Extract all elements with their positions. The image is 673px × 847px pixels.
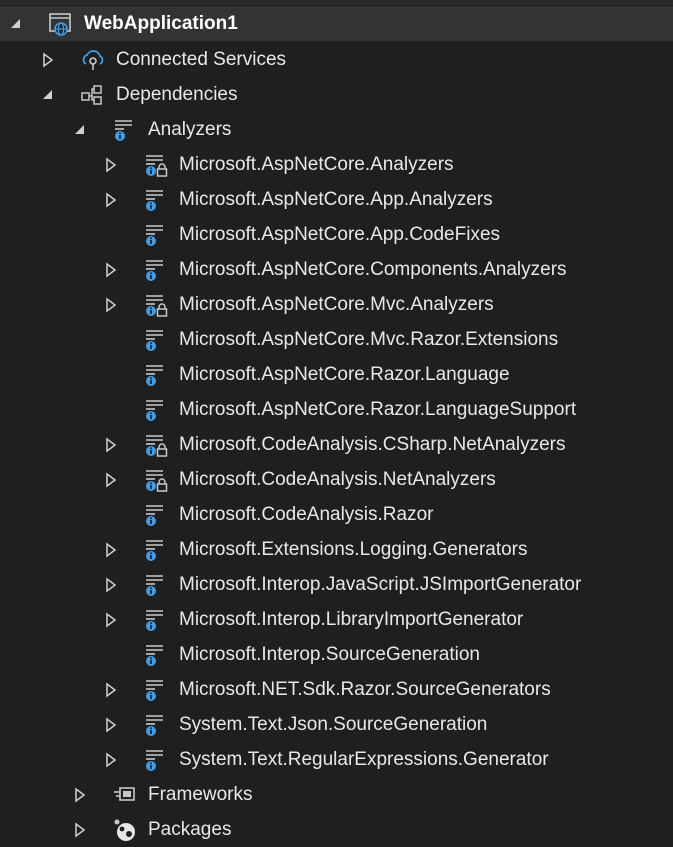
chevron-collapsed-icon[interactable] [104,576,118,594]
analyzer-item[interactable]: Microsoft.AspNetCore.Razor.Language [0,357,673,392]
analyzer-item[interactable]: System.Text.Json.SourceGeneration [0,707,673,742]
tree-item-connected-services[interactable]: Connected Services [0,42,673,77]
cloud-connect-icon [80,47,106,73]
analyzer-item[interactable]: Microsoft.Interop.JavaScript.JSImportGen… [0,567,673,602]
analyzer-item[interactable]: Microsoft.AspNetCore.Mvc.Razor.Extension… [0,322,673,357]
analyzer-icon [143,222,169,248]
chevron-collapsed-icon[interactable] [104,716,118,734]
analyzer-item-label: Microsoft.AspNetCore.Analyzers [179,154,454,175]
chevron-collapsed-icon[interactable] [104,751,118,769]
analyzer-item-label: Microsoft.AspNetCore.App.Analyzers [179,189,493,210]
analyzer-item-label: Microsoft.AspNetCore.Razor.Language [179,364,510,385]
chevron-expanded-icon[interactable] [41,86,55,104]
analyzer-item-label: Microsoft.AspNetCore.Mvc.Razor.Extension… [179,329,559,350]
project-label: WebApplication1 [84,13,238,34]
analyzer-icon [143,537,169,563]
frameworks-label: Frameworks [148,784,253,805]
analyzer-item[interactable]: Microsoft.Interop.LibraryImportGenerator [0,602,673,637]
chevron-collapsed-icon[interactable] [104,681,118,699]
analyzer-item[interactable]: Microsoft.Interop.SourceGeneration [0,637,673,672]
analyzer-icon [143,502,169,528]
analyzer-item-label: Microsoft.AspNetCore.Components.Analyzer… [179,259,567,280]
dependencies-label: Dependencies [116,84,238,105]
analyzer-item-label: Microsoft.CodeAnalysis.Razor [179,504,434,525]
analyzer-item[interactable]: Microsoft.Extensions.Logging.Generators [0,532,673,567]
chevron-collapsed-icon[interactable] [104,611,118,629]
chevron-collapsed-icon[interactable] [104,191,118,209]
analyzer-icon [143,712,169,738]
analyzer-icon [143,607,169,633]
tree-item-dependencies[interactable]: Dependencies [0,77,673,112]
analyzer-item[interactable]: Microsoft.AspNetCore.App.Analyzers [0,182,673,217]
tree-item-frameworks[interactable]: Frameworks [0,777,673,812]
analyzer-item-label: Microsoft.CodeAnalysis.NetAnalyzers [179,469,496,490]
chevron-collapsed-icon[interactable] [104,471,118,489]
connected-services-label: Connected Services [116,49,287,70]
analyzer-icon [112,117,138,143]
analyzer-icon [143,397,169,423]
analyzer-locked-icon [143,292,169,318]
analyzer-item-label: Microsoft.Interop.JavaScript.JSImportGen… [179,574,582,595]
analyzer-icon [143,572,169,598]
analyzer-item[interactable]: Microsoft.AspNetCore.Components.Analyzer… [0,252,673,287]
analyzer-item-label: System.Text.RegularExpressions.Generator [179,749,549,770]
analyzer-item-label: Microsoft.NET.Sdk.Razor.SourceGenerators [179,679,551,700]
analyzer-item-label: Microsoft.Extensions.Logging.Generators [179,539,528,560]
scrolled-header-strip [0,0,673,5]
packages-icon [112,817,138,843]
chevron-collapsed-icon[interactable] [41,51,55,69]
analyzer-icon [143,327,169,353]
analyzers-label: Analyzers [148,119,232,140]
analyzer-item[interactable]: System.Text.RegularExpressions.Generator [0,742,673,777]
analyzer-item-label: Microsoft.AspNetCore.Mvc.Analyzers [179,294,494,315]
analyzer-locked-icon [143,467,169,493]
packages-label: Packages [148,819,232,840]
analyzer-item-label: System.Text.Json.SourceGeneration [179,714,488,735]
analyzer-item[interactable]: Microsoft.AspNetCore.Mvc.Analyzers [0,287,673,322]
analyzer-icon [143,642,169,668]
analyzer-locked-icon [143,152,169,178]
analyzer-item[interactable]: Microsoft.AspNetCore.Analyzers [0,147,673,182]
chevron-collapsed-icon[interactable] [104,436,118,454]
chevron-collapsed-icon[interactable] [104,156,118,174]
analyzer-item-label: Microsoft.Interop.LibraryImportGenerator [179,609,524,630]
analyzer-icon [143,257,169,283]
analyzer-item[interactable]: Microsoft.CodeAnalysis.NetAnalyzers [0,462,673,497]
chevron-collapsed-icon[interactable] [73,821,87,839]
analyzer-item[interactable]: Microsoft.AspNetCore.Razor.LanguageSuppo… [0,392,673,427]
analyzer-icon [143,362,169,388]
dependencies-icon [80,82,106,108]
framework-icon [112,782,138,808]
tree-item-analyzers[interactable]: Analyzers [0,112,673,147]
analyzer-item[interactable]: Microsoft.CodeAnalysis.CSharp.NetAnalyze… [0,427,673,462]
tree-item-project[interactable]: WebApplication1 [0,6,673,41]
chevron-collapsed-icon[interactable] [104,541,118,559]
analyzer-item-label: Microsoft.AspNetCore.Razor.LanguageSuppo… [179,399,577,420]
analyzer-icon [143,187,169,213]
analyzer-item[interactable]: Microsoft.CodeAnalysis.Razor [0,497,673,532]
tree-item-packages[interactable]: Packages [0,812,673,847]
analyzer-locked-icon [143,432,169,458]
analyzer-icon [143,747,169,773]
chevron-collapsed-icon[interactable] [104,296,118,314]
analyzer-item-label: Microsoft.AspNetCore.App.CodeFixes [179,224,501,245]
analyzer-item[interactable]: Microsoft.AspNetCore.App.CodeFixes [0,217,673,252]
web-project-icon [48,11,74,37]
chevron-expanded-icon[interactable] [73,121,87,139]
chevron-collapsed-icon[interactable] [73,786,87,804]
chevron-collapsed-icon[interactable] [104,261,118,279]
analyzer-icon [143,677,169,703]
chevron-expanded-icon[interactable] [9,15,23,33]
analyzer-item-label: Microsoft.Interop.SourceGeneration [179,644,480,665]
analyzer-item[interactable]: Microsoft.NET.Sdk.Razor.SourceGenerators [0,672,673,707]
analyzer-item-label: Microsoft.CodeAnalysis.CSharp.NetAnalyze… [179,434,566,455]
